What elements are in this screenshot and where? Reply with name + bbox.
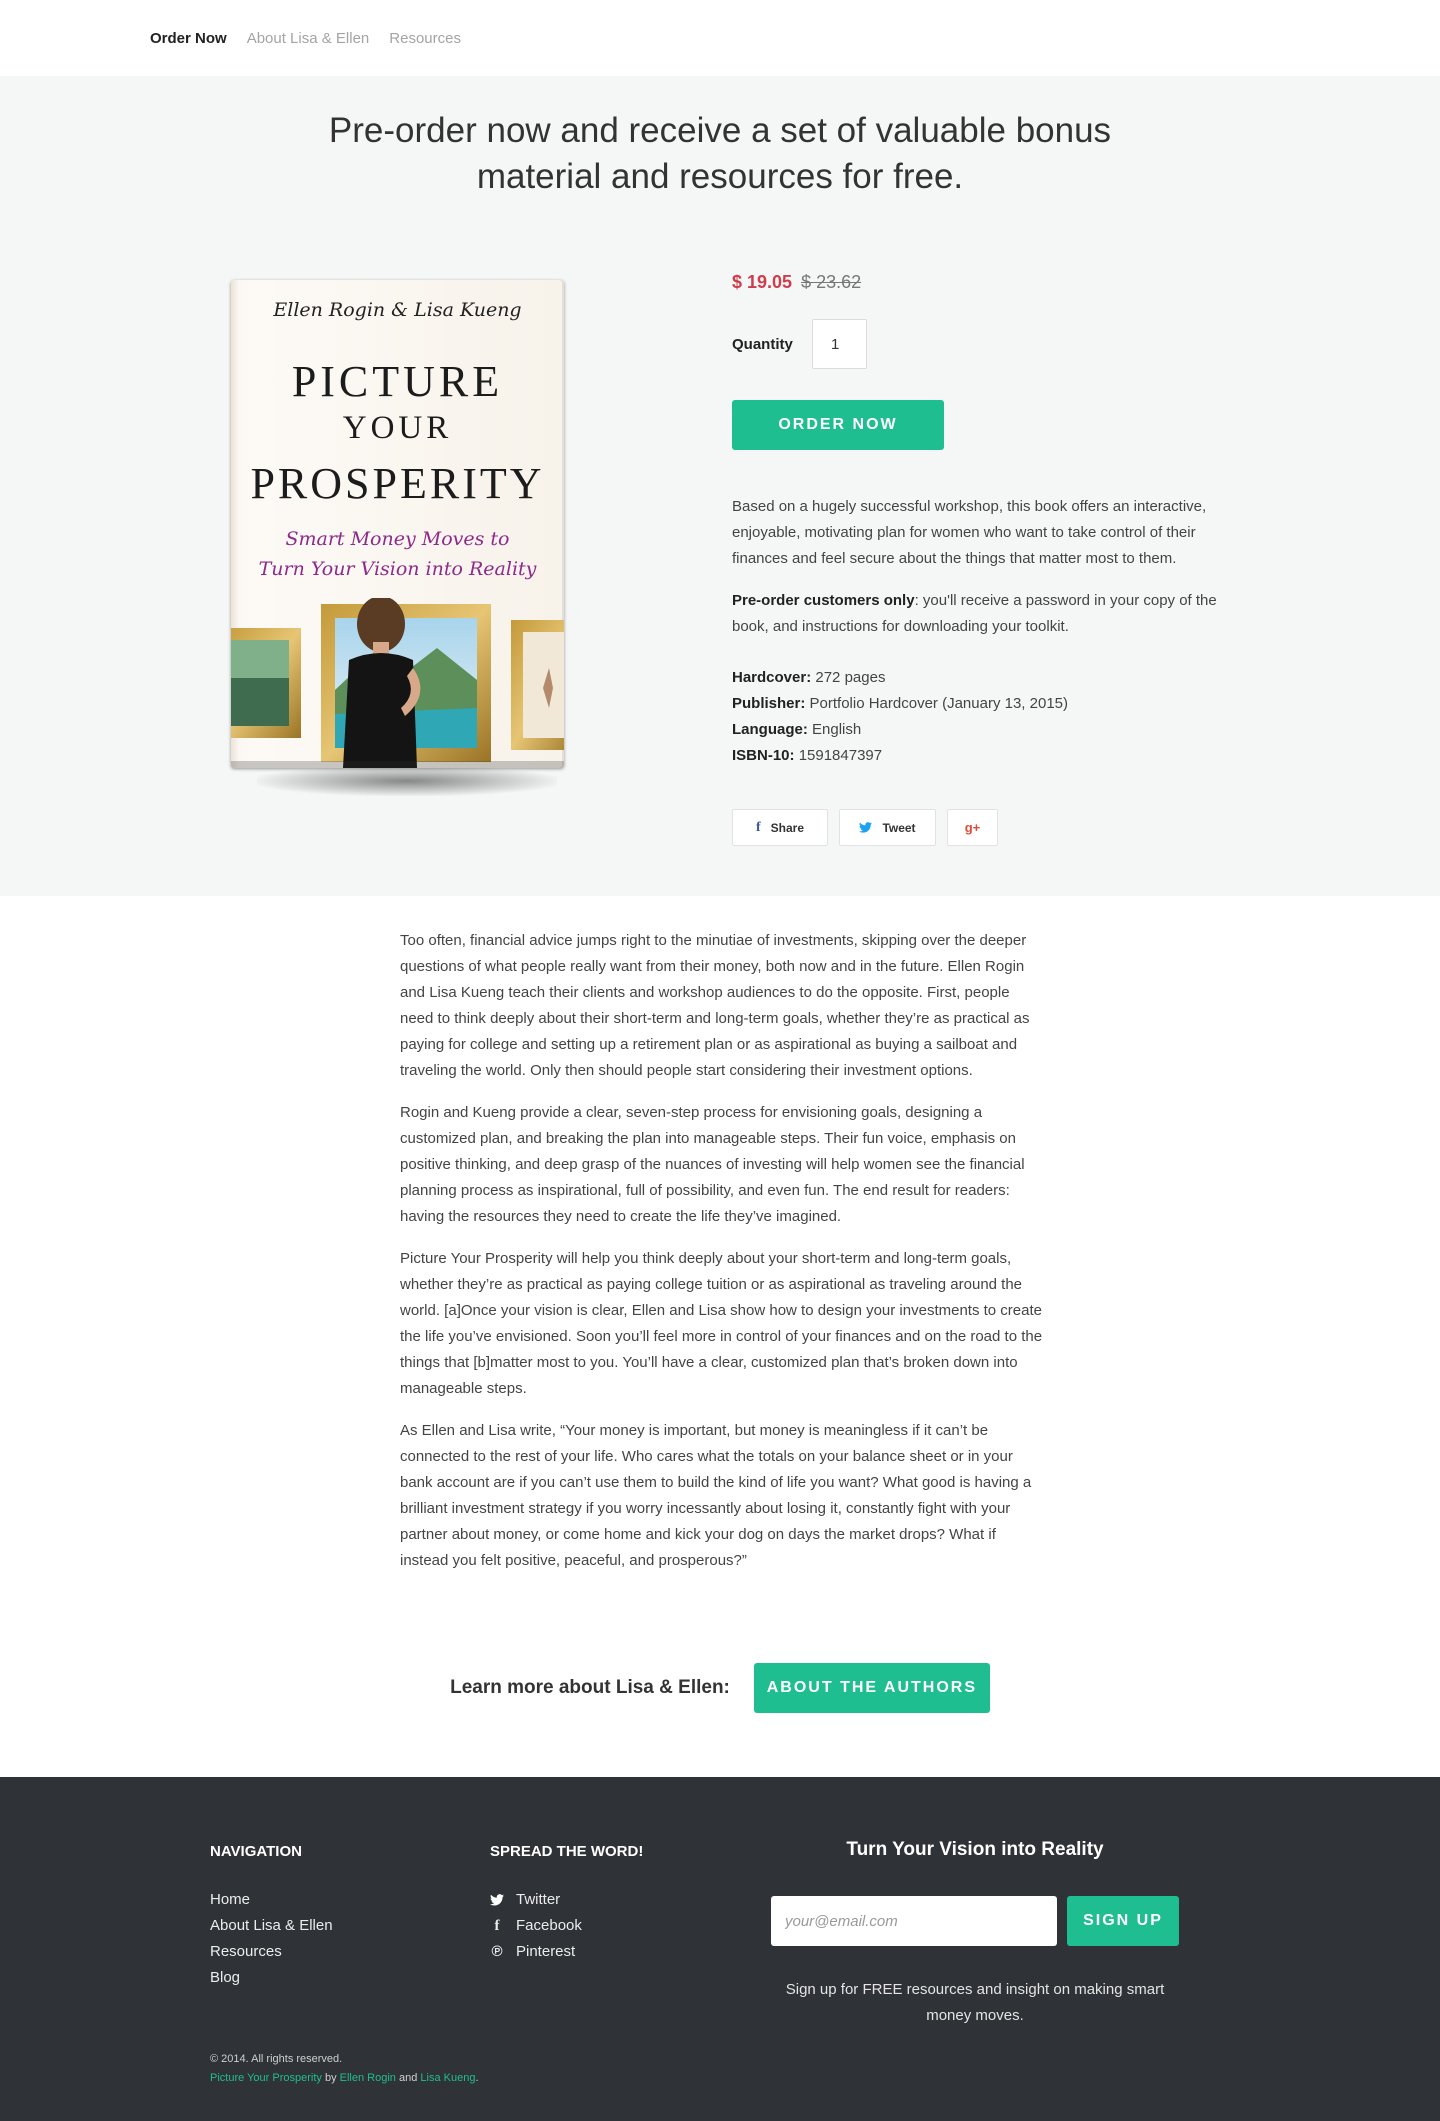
book-details: Hardcover: 272 pages Publisher: Portfoli… xyxy=(732,665,1068,769)
book-cover: Ellen Rogin & Lisa Kueng PICTURE YOUR PR… xyxy=(231,280,564,796)
nav-about[interactable]: About Lisa & Ellen xyxy=(247,30,370,47)
detail-value: English xyxy=(812,721,862,738)
signup-title: Turn Your Vision into Reality xyxy=(846,1839,1104,1860)
footer-social-label: Twitter xyxy=(516,1891,561,1908)
detail-value: Portfolio Hardcover (January 13, 2015) xyxy=(809,695,1068,712)
footer-link-home[interactable]: Home xyxy=(210,1887,250,1913)
quantity-input[interactable] xyxy=(812,319,867,369)
detail-label: ISBN-10: xyxy=(732,747,795,764)
footer-link-resources[interactable]: Resources xyxy=(210,1939,282,1965)
article-paragraph: As Ellen and Lisa write, “Your money is … xyxy=(400,1422,1032,1569)
footer-spread-heading: SPREAD THE WORD! xyxy=(490,1843,644,1860)
googleplus-icon: g+ xyxy=(964,820,981,835)
preorder-note-bold: Pre-order customers only xyxy=(732,592,915,609)
share-buttons: f Share Tweet g+ xyxy=(732,809,998,846)
signup-note-line1: Sign up for FREE resources and insight o… xyxy=(785,1981,1165,1998)
detail-publisher: Publisher: Portfolio Hardcover (January … xyxy=(732,691,1068,717)
book-authors: Ellen Rogin & Lisa Kueng xyxy=(273,299,522,321)
book-description: Based on a hugely successful workshop, t… xyxy=(732,494,1242,656)
book-cover-artwork xyxy=(231,598,564,768)
order-now-button[interactable]: ORDER NOW xyxy=(732,400,944,450)
footer-social-pinterest[interactable]: ℗ Pinterest xyxy=(490,1939,582,1965)
book-subtitle: Smart Money Moves to Turn Your Vision in… xyxy=(231,524,564,584)
footer-social-label: Pinterest xyxy=(516,1943,576,1960)
twitter-tweet-button[interactable]: Tweet xyxy=(839,809,936,846)
article-paragraph: Picture Your Prosperity will help you th… xyxy=(400,1250,1043,1397)
footer-social-twitter[interactable]: Twitter xyxy=(490,1887,582,1913)
copyright: © 2014. All rights reserved. Picture You… xyxy=(210,2050,479,2088)
footer: NAVIGATION Home About Lisa & Ellen Resou… xyxy=(0,1777,1440,2121)
footer-social-facebook[interactable]: f Facebook xyxy=(490,1913,582,1939)
book-article: Too often, financial advice jumps right … xyxy=(400,928,1045,1590)
footer-nav-list: Home About Lisa & Ellen Resources Blog xyxy=(210,1887,333,1991)
hero-headline-line2: material and resources for free. xyxy=(476,157,964,196)
nav-resources[interactable]: Resources xyxy=(389,30,461,47)
price: $ 19.05 $ 23.62 xyxy=(732,272,861,293)
signup-note-line2: money moves. xyxy=(926,2007,1024,2024)
book-cover-image: Ellen Rogin & Lisa Kueng PICTURE YOUR PR… xyxy=(231,280,564,768)
facebook-icon: f xyxy=(755,819,761,835)
detail-label: Hardcover: xyxy=(732,669,812,686)
nav-order-now[interactable]: Order Now xyxy=(150,30,227,47)
book-title-line2: YOUR xyxy=(342,410,453,446)
credits: Picture Your Prosperity by Ellen Rogin a… xyxy=(210,2069,479,2088)
hero-section: Pre-order now and receive a set of valua… xyxy=(0,76,1440,896)
credit-end: . xyxy=(475,2072,479,2084)
footer-link-about[interactable]: About Lisa & Ellen xyxy=(210,1913,333,1939)
cta-label: Learn more about Lisa & Ellen: xyxy=(450,1677,730,1698)
credit-by: by xyxy=(324,2072,337,2084)
credit-and: and xyxy=(398,2072,418,2084)
credit-author2-link[interactable]: Lisa Kueng xyxy=(420,2072,475,2084)
footer-link-blog[interactable]: Blog xyxy=(210,1965,240,1991)
article-paragraph: Too often, financial advice jumps right … xyxy=(400,932,1030,1079)
facebook-share-button[interactable]: f Share xyxy=(732,809,828,846)
detail-isbn: ISBN-10: 1591847397 xyxy=(732,743,1068,769)
detail-label: Language: xyxy=(732,721,808,738)
article-paragraph: Rogin and Kueng provide a clear, seven-s… xyxy=(400,1104,1025,1225)
book-title-line3: PROSPERITY xyxy=(250,459,545,508)
footer-social-label: Facebook xyxy=(516,1917,582,1934)
book-title-line1: PICTURE xyxy=(291,357,504,406)
detail-value: 272 pages xyxy=(815,669,886,686)
quantity-label: Quantity xyxy=(732,336,793,353)
credit-author1-link[interactable]: Ellen Rogin xyxy=(340,2072,396,2084)
facebook-share-label: Share xyxy=(770,820,805,835)
twitter-icon xyxy=(859,822,873,833)
top-nav: Order Now About Lisa & Ellen Resources xyxy=(0,0,1440,76)
about-the-authors-button[interactable]: ABOUT THE AUTHORS xyxy=(753,1663,990,1713)
credit-book-link[interactable]: Picture Your Prosperity xyxy=(210,2072,322,2084)
signup-button[interactable]: SIGN UP xyxy=(1067,1896,1179,1946)
book-subtitle-line1: Smart Money Moves to xyxy=(285,528,510,550)
signup-note: Sign up for FREE resources and insight o… xyxy=(760,1977,1190,2029)
pinterest-icon: ℗ xyxy=(491,1943,503,1960)
twitter-tweet-label: Tweet xyxy=(882,820,916,835)
book-shadow xyxy=(257,766,557,796)
footer-social-list: Twitter f Facebook ℗ Pinterest xyxy=(490,1887,582,1965)
detail-value: 1591847397 xyxy=(798,747,883,764)
hero-headline-line1: Pre-order now and receive a set of valua… xyxy=(328,111,1112,150)
detail-label: Publisher: xyxy=(732,695,806,712)
about-authors-cta: Learn more about Lisa & Ellen: ABOUT THE… xyxy=(0,1663,1440,1713)
description-paragraph: Based on a hugely successful workshop, t… xyxy=(732,498,1207,567)
twitter-icon xyxy=(490,1894,504,1906)
copyright-text: © 2014. All rights reserved. xyxy=(210,2053,343,2065)
email-input[interactable] xyxy=(771,1896,1057,1946)
original-price: $ 23.62 xyxy=(801,272,862,292)
detail-language: Language: English xyxy=(732,717,1068,743)
googleplus-share-button[interactable]: g+ xyxy=(947,809,998,846)
hero-headline: Pre-order now and receive a set of valua… xyxy=(0,108,1440,200)
preorder-note: Pre-order customers only: you'll receive… xyxy=(732,588,1242,640)
footer-nav-heading: NAVIGATION xyxy=(210,1843,302,1860)
facebook-icon: f xyxy=(494,1918,500,1934)
book-subtitle-line2: Turn Your Vision into Reality xyxy=(258,558,537,580)
detail-hardcover: Hardcover: 272 pages xyxy=(732,665,1068,691)
current-price: $ 19.05 xyxy=(732,272,793,292)
